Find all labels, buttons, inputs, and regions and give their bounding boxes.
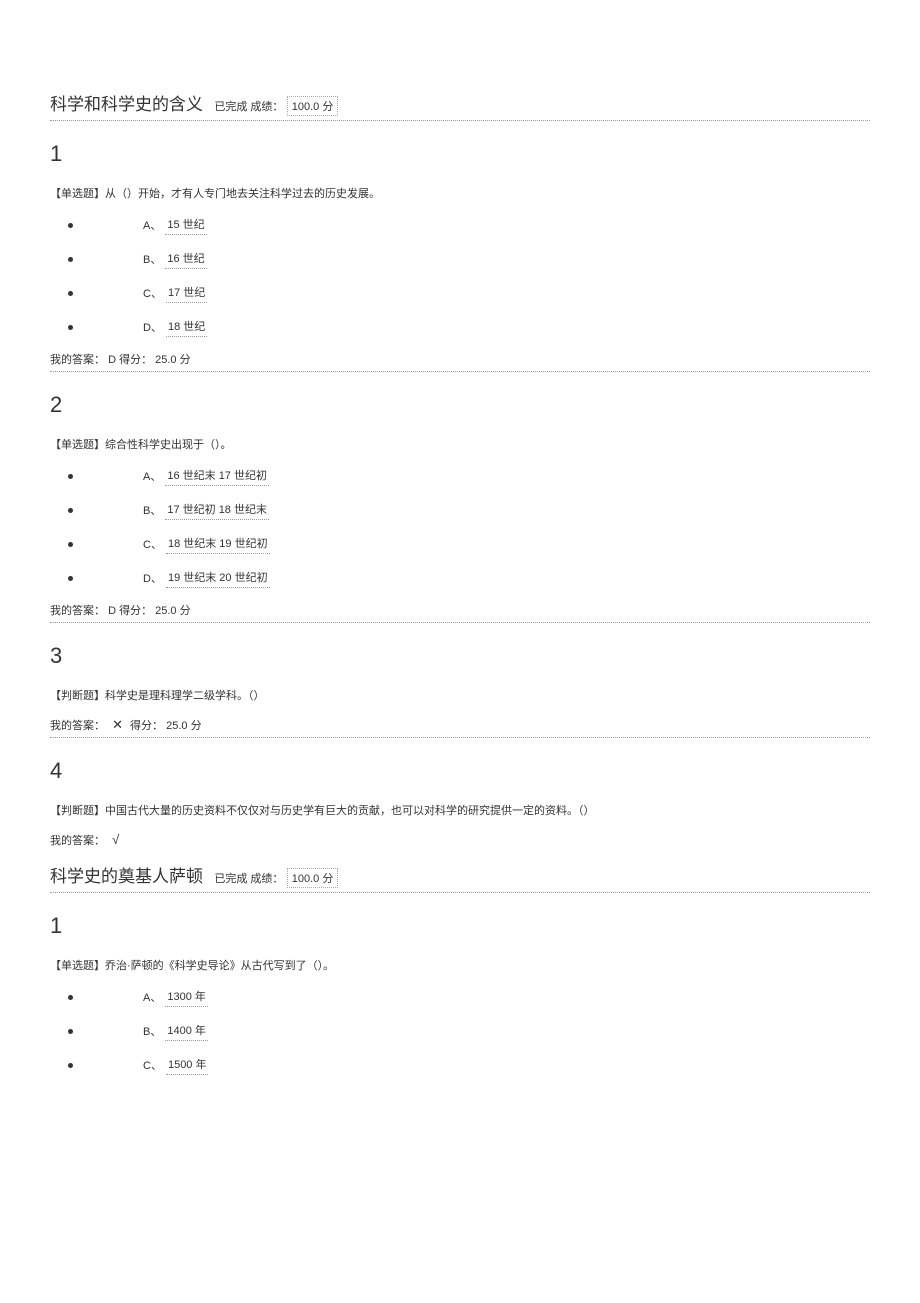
question-prompt: 【判断题】中国古代大量的历史资料不仅仅对与历史学有巨大的贡献，也可以对科学的研究… xyxy=(50,802,870,818)
question-number: 1 xyxy=(50,913,870,939)
option-row: A、 15 世纪 xyxy=(68,215,870,235)
question-number: 1 xyxy=(50,141,870,167)
section-header: 科学史的奠基人萨顿 已完成 成绩： 100.0 分 xyxy=(50,862,870,893)
bullet-icon xyxy=(68,1029,73,1034)
option-text: 1400 年 xyxy=(165,1021,208,1041)
answer-prefix: 我的答案： xyxy=(50,605,105,617)
option-letter: C、 xyxy=(143,285,162,301)
section-title: 科学和科学史的含义 xyxy=(50,90,203,115)
option-row: C、 1500 年 xyxy=(68,1055,870,1075)
score-unit: 分 xyxy=(322,101,333,113)
answer-value: √ xyxy=(112,832,119,847)
option-row: C、 17 世纪 xyxy=(68,283,870,303)
option-row: A、 1300 年 xyxy=(68,987,870,1007)
bullet-icon xyxy=(68,1063,73,1068)
option-letter: A、 xyxy=(143,217,161,233)
answer-score-unit: 分 xyxy=(180,354,191,366)
option-row: A、 16 世纪末 17 世纪初 xyxy=(68,466,870,486)
option-letter: D、 xyxy=(143,570,162,586)
bullet-icon xyxy=(68,542,73,547)
score-unit: 分 xyxy=(322,873,333,885)
section-score: 100.0 分 xyxy=(287,868,339,888)
question-number: 4 xyxy=(50,758,870,784)
answer-line: 我的答案： √ xyxy=(50,832,870,848)
answer-score-unit: 分 xyxy=(180,605,191,617)
score-value: 100.0 xyxy=(292,101,320,113)
section-status: 已完成 成绩： xyxy=(214,873,283,885)
bullet-icon xyxy=(68,576,73,581)
bullet-icon xyxy=(68,257,73,262)
answer-score-label: 得分： xyxy=(119,605,152,617)
bullet-icon xyxy=(68,474,73,479)
answer-prefix: 我的答案： xyxy=(50,835,105,847)
option-letter: B、 xyxy=(143,1023,161,1039)
option-text: 1500 年 xyxy=(166,1055,209,1075)
option-text: 15 世纪 xyxy=(165,215,206,235)
option-row: B、 17 世纪初 18 世纪末 xyxy=(68,500,870,520)
option-row: B、 1400 年 xyxy=(68,1021,870,1041)
option-text: 18 世纪 xyxy=(166,317,207,337)
bullet-icon xyxy=(68,291,73,296)
answer-prefix: 我的答案： xyxy=(50,354,105,366)
question-prompt: 【判断题】科学史是理科理学二级学科。（） xyxy=(50,687,870,703)
bullet-icon xyxy=(68,508,73,513)
option-text: 18 世纪末 19 世纪初 xyxy=(166,534,270,554)
section-title: 科学史的奠基人萨顿 xyxy=(50,862,203,887)
option-letter: B、 xyxy=(143,251,161,267)
answer-score-label: 得分： xyxy=(119,354,152,366)
question-options: A、 16 世纪末 17 世纪初 B、 17 世纪初 18 世纪末 C、 18 … xyxy=(50,466,870,588)
bullet-icon xyxy=(68,223,73,228)
question-prompt: 【单选题】综合性科学史出现于（）。 xyxy=(50,436,870,452)
bullet-icon xyxy=(68,995,73,1000)
answer-value: D xyxy=(108,354,116,366)
answer-prefix: 我的答案： xyxy=(50,720,105,732)
answer-score: 25.0 xyxy=(166,720,187,732)
section-status: 已完成 成绩： xyxy=(214,101,283,113)
question-number: 2 xyxy=(50,392,870,418)
section-score: 100.0 分 xyxy=(287,96,339,116)
option-letter: D、 xyxy=(143,319,162,335)
answer-score: 25.0 xyxy=(155,605,176,617)
question-prompt: 【单选题】乔治·萨顿的《科学史导论》从古代写到了（）。 xyxy=(50,957,870,973)
answer-value: D xyxy=(108,605,116,617)
option-text: 16 世纪 xyxy=(165,249,206,269)
question-options: A、 1300 年 B、 1400 年 C、 1500 年 xyxy=(50,987,870,1075)
option-letter: C、 xyxy=(143,536,162,552)
answer-score-label: 得分： xyxy=(130,720,163,732)
option-letter: A、 xyxy=(143,989,161,1005)
option-text: 1300 年 xyxy=(165,987,208,1007)
option-letter: B、 xyxy=(143,502,161,518)
answer-score: 25.0 xyxy=(155,354,176,366)
option-text: 17 世纪 xyxy=(166,283,207,303)
option-row: B、 16 世纪 xyxy=(68,249,870,269)
option-row: D、 18 世纪 xyxy=(68,317,870,337)
answer-line: 我的答案： ✕ 得分： 25.0 分 xyxy=(50,717,870,738)
score-value: 100.0 xyxy=(292,873,320,885)
option-text: 17 世纪初 18 世纪末 xyxy=(165,500,269,520)
option-text: 16 世纪末 17 世纪初 xyxy=(165,466,269,486)
answer-line: 我的答案： D 得分： 25.0 分 xyxy=(50,351,870,372)
question-number: 3 xyxy=(50,643,870,669)
bullet-icon xyxy=(68,325,73,330)
answer-value: ✕ xyxy=(112,717,123,732)
option-row: D、 19 世纪末 20 世纪初 xyxy=(68,568,870,588)
option-letter: A、 xyxy=(143,468,161,484)
section-header: 科学和科学史的含义 已完成 成绩： 100.0 分 xyxy=(50,90,870,121)
question-prompt: 【单选题】从（）开始，才有人专门地去关注科学过去的历史发展。 xyxy=(50,185,870,201)
question-options: A、 15 世纪 B、 16 世纪 C、 17 世纪 D、 18 世纪 xyxy=(50,215,870,337)
answer-line: 我的答案： D 得分： 25.0 分 xyxy=(50,602,870,623)
option-text: 19 世纪末 20 世纪初 xyxy=(166,568,270,588)
answer-score-unit: 分 xyxy=(191,720,202,732)
option-letter: C、 xyxy=(143,1057,162,1073)
option-row: C、 18 世纪末 19 世纪初 xyxy=(68,534,870,554)
